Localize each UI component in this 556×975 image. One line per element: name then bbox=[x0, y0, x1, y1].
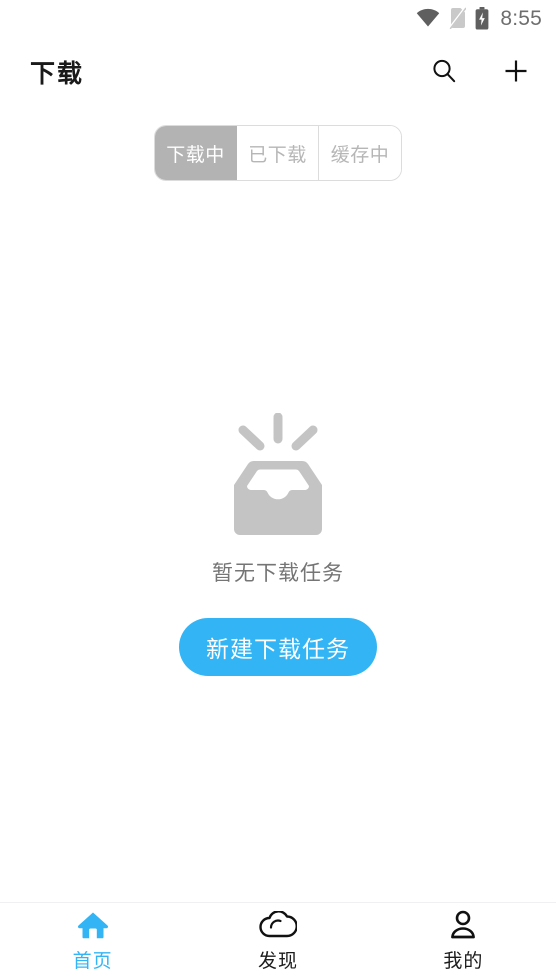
sim-card-off-icon bbox=[449, 7, 467, 29]
empty-state-message: 暂无下载任务 bbox=[212, 562, 344, 585]
cloud-icon bbox=[259, 909, 297, 941]
battery-charging-icon bbox=[475, 6, 489, 30]
tab-caching[interactable]: 缓存中 bbox=[319, 126, 401, 180]
nav-item-profile[interactable]: 我的 bbox=[371, 903, 556, 975]
home-icon bbox=[77, 909, 109, 941]
download-status-tabs: 下载中 已下载 缓存中 bbox=[154, 125, 402, 181]
search-button[interactable] bbox=[426, 54, 462, 90]
download-screen: 8:55 下载 下载中 已下载 缓存中 暂无下载任务 新建下载任务 首页 发现 … bbox=[0, 0, 556, 975]
header-actions bbox=[426, 54, 534, 90]
nav-item-discover[interactable]: 发现 bbox=[185, 903, 370, 975]
app-header: 下载 bbox=[0, 36, 556, 108]
page-title: 下载 bbox=[30, 60, 85, 88]
download-list-area: 暂无下载任务 新建下载任务 bbox=[0, 181, 556, 902]
nav-item-profile-label: 我的 bbox=[443, 951, 484, 972]
add-download-button[interactable] bbox=[498, 54, 534, 90]
new-download-task-button[interactable]: 新建下载任务 bbox=[179, 618, 377, 676]
nav-item-home[interactable]: 首页 bbox=[0, 903, 185, 975]
status-time: 8:55 bbox=[500, 6, 542, 30]
tab-downloading[interactable]: 下载中 bbox=[155, 126, 237, 180]
tab-bar-zone: 下载中 已下载 缓存中 bbox=[0, 108, 556, 181]
person-icon bbox=[448, 909, 478, 941]
tab-caching-label: 缓存中 bbox=[330, 144, 390, 166]
search-icon bbox=[430, 57, 458, 88]
plus-icon bbox=[502, 57, 530, 88]
tab-downloading-label: 下载中 bbox=[166, 144, 225, 166]
wifi-icon bbox=[416, 8, 440, 28]
status-bar: 8:55 bbox=[0, 0, 556, 36]
nav-item-home-label: 首页 bbox=[72, 951, 113, 972]
empty-state: 暂无下载任务 新建下载任务 bbox=[0, 413, 556, 676]
bottom-navigation: 首页 发现 我的 bbox=[0, 902, 556, 975]
nav-item-discover-label: 发现 bbox=[257, 951, 298, 972]
tab-downloaded-label: 已下载 bbox=[248, 144, 307, 166]
empty-inbox-icon bbox=[203, 413, 353, 543]
tab-downloaded[interactable]: 已下载 bbox=[237, 126, 319, 180]
